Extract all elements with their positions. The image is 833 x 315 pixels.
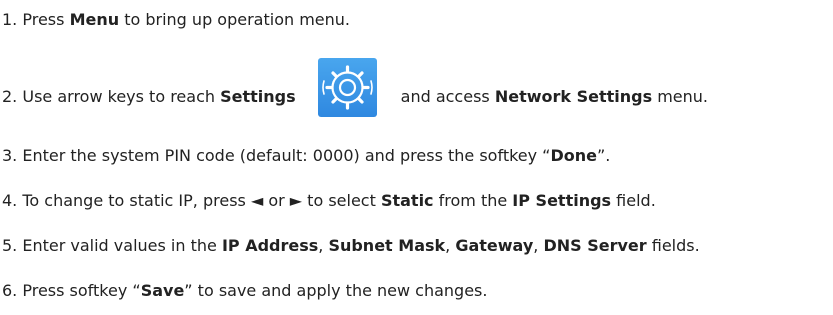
menu-key-label: Menu [69,10,120,29]
step-text: Enter the system PIN code (default: 0000… [22,146,551,165]
dns-server-label: DNS Server [543,236,647,255]
step-text: , [533,236,544,255]
settings-label: Settings [220,87,296,106]
network-settings-label: Network Settings [494,87,653,106]
step-3: 3. Enter the system PIN code (default: 0… [2,146,610,166]
settings-gear-icon [317,58,377,117]
step-text: and access [400,87,495,106]
step-text: from the [433,191,513,210]
step-5: 5. Enter valid values in the IP Address,… [2,236,700,256]
static-option-label: Static [380,191,434,210]
gateway-label: Gateway [455,236,534,255]
step-text: menu. [652,87,709,106]
step-text: Press [22,10,70,29]
step-1: 1. Press Menu to bring up operation menu… [2,10,350,30]
instruction-document: 1. Press Menu to bring up operation menu… [0,0,833,315]
step-6: 6. Press softkey “Save” to save and appl… [2,281,487,301]
step-text: Press softkey “ [22,281,141,300]
step-text: fields. [646,236,700,255]
step-text: to bring up operation menu. [119,10,351,29]
step-text: ” to save and apply the new changes. [184,281,488,300]
ip-address-label: IP Address [221,236,319,255]
step-4: 4. To change to static IP, press ◄ or ► … [2,191,656,211]
step-text: field. [611,191,656,210]
step-text: , [318,236,329,255]
step-text: Use arrow keys to reach [22,87,221,106]
step-number: 4. [2,191,18,210]
step-number: 3. [2,146,18,165]
save-softkey-label: Save [140,281,185,300]
step-text: To change to static IP, press ◄ or ► to … [22,191,381,210]
step-number: 6. [2,281,18,300]
step-text: Enter valid values in the [22,236,222,255]
ip-settings-field-label: IP Settings [512,191,612,210]
step-text: , [445,236,456,255]
step-2: 2. Use arrow keys to reach Settings and … [2,58,709,117]
subnet-mask-label: Subnet Mask [328,236,446,255]
done-softkey-label: Done [550,146,597,165]
step-number: 5. [2,236,18,255]
step-number: 1. [2,10,18,29]
step-text: ”. [596,146,611,165]
step-number: 2. [2,87,18,106]
